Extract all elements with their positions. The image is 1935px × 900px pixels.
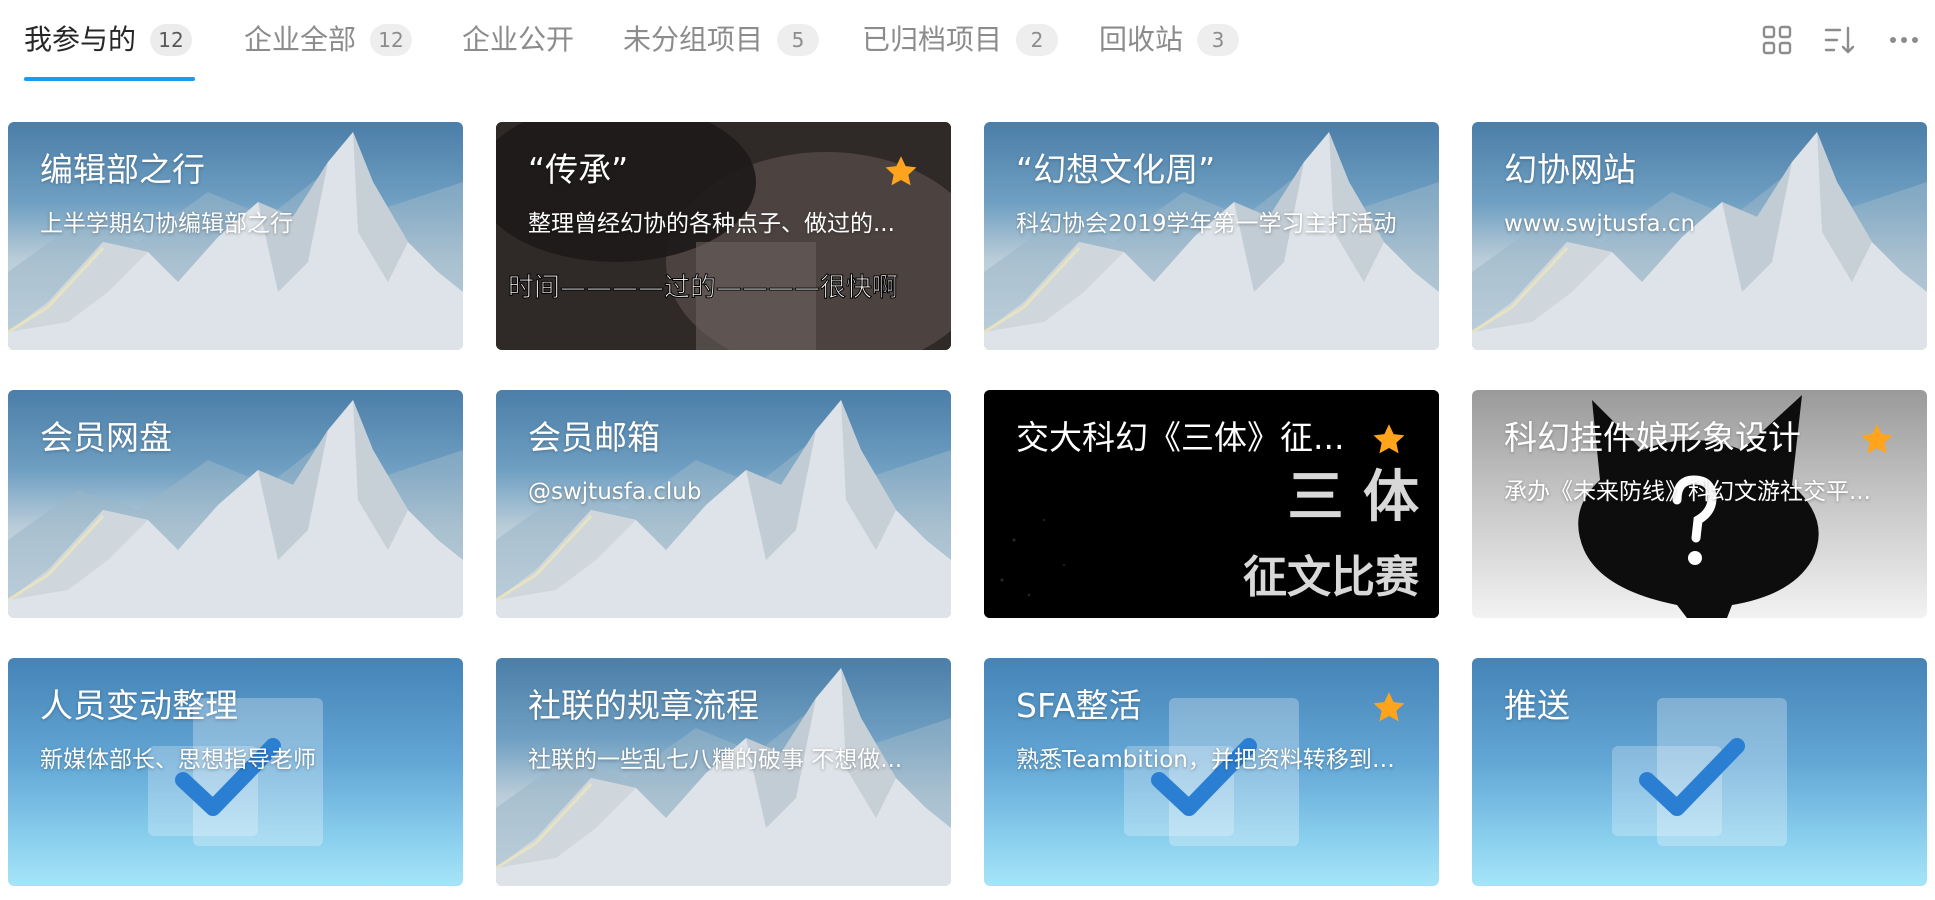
project-card[interactable]: 推送: [1472, 658, 1927, 886]
project-card[interactable]: 会员邮箱 @swjtusfa.club: [496, 390, 951, 618]
project-description: 社联的一些乱七八糟的破事 不想做...: [528, 747, 903, 773]
project-card[interactable]: 三 体 征文比赛 交大科幻《三体》征...: [984, 390, 1439, 618]
project-card[interactable]: 会员网盘: [8, 390, 463, 618]
star-icon[interactable]: [1371, 422, 1407, 458]
active-tab-indicator: [24, 77, 195, 81]
grid-view-button[interactable]: [1757, 20, 1797, 60]
project-card[interactable]: 人员变动整理 新媒体部长、思想指导老师: [8, 658, 463, 886]
project-title: “传承”: [528, 150, 629, 189]
tab-label: 未分组项目: [623, 23, 764, 56]
project-title: SFA整活: [1016, 686, 1142, 725]
project-card[interactable]: “幻想文化周” 科幻协会2019学年第一学习主打活动: [984, 122, 1439, 350]
star-icon[interactable]: [883, 154, 919, 190]
tab-label: 我参与的: [24, 23, 137, 56]
tab-ungrouped[interactable]: 未分组项目 5: [623, 18, 820, 62]
tab-label: 企业全部: [244, 23, 357, 56]
star-icon[interactable]: [1371, 690, 1407, 726]
tab-label: 已归档项目: [862, 23, 1003, 56]
project-title: 幻协网站: [1504, 150, 1636, 189]
tab-label: 回收站: [1099, 23, 1184, 56]
tab-count-badge: 5: [777, 24, 820, 56]
star-icon[interactable]: [1859, 422, 1895, 458]
tab-enterprise-public[interactable]: 企业公开: [462, 18, 574, 62]
project-title: 会员邮箱: [528, 418, 660, 457]
project-tab-bar: 我参与的 12 企业全部 12 企业公开 未分组项目 5 已归档项目 2 回收站…: [0, 0, 1935, 84]
project-card[interactable]: 时间————过的————很快啊 “传承” 整理曾经幻协的各种点子、做过的...: [496, 122, 951, 350]
tab-archived[interactable]: 已归档项目 2: [862, 18, 1059, 62]
project-description: 承办《未来防线》科幻文游社交平...: [1504, 479, 1871, 505]
tab-count-badge: 2: [1016, 24, 1059, 56]
project-card[interactable]: 编辑部之行 上半学期幻协编辑部之行: [8, 122, 463, 350]
sort-button[interactable]: [1820, 20, 1860, 60]
project-card[interactable]: 社联的规章流程 社联的一些乱七八糟的破事 不想做...: [496, 658, 951, 886]
project-description: 熟悉Teambition，并把资料转移到T...: [1016, 747, 1404, 773]
project-description: www.swjtusfa.cn: [1504, 211, 1696, 237]
project-title: 交大科幻《三体》征...: [1016, 418, 1345, 457]
project-description: 科幻协会2019学年第一学习主打活动: [1016, 211, 1397, 237]
more-icon: [1890, 37, 1918, 43]
project-title: 编辑部之行: [40, 150, 205, 189]
cover-title-text: 三 体: [1288, 465, 1420, 530]
project-card[interactable]: 幻协网站 www.swjtusfa.cn: [1472, 122, 1927, 350]
project-description: 上半学期幻协编辑部之行: [40, 211, 293, 237]
tab-count-badge: 12: [370, 24, 413, 56]
project-card[interactable]: SFA整活 熟悉Teambition，并把资料转移到T...: [984, 658, 1439, 886]
tab-recycle-bin[interactable]: 回收站 3: [1099, 18, 1240, 62]
cover-subtitle-text: 征文比赛: [1243, 552, 1420, 603]
project-description: 整理曾经幻协的各种点子、做过的...: [528, 211, 895, 237]
tab-participating[interactable]: 我参与的 12: [24, 18, 193, 62]
more-button[interactable]: [1884, 20, 1924, 60]
project-description: @swjtusfa.club: [528, 479, 702, 505]
grid-view-icon: [1762, 25, 1792, 55]
project-title: 人员变动整理: [40, 686, 238, 725]
project-title: “幻想文化周”: [1016, 150, 1216, 189]
project-description: 新媒体部长、思想指导老师: [40, 747, 316, 773]
project-title: 会员网盘: [40, 418, 172, 457]
sort-icon: [1824, 26, 1855, 54]
project-card[interactable]: 科幻挂件娘形象设计 承办《未来防线》科幻文游社交平...: [1472, 390, 1927, 618]
project-title: 科幻挂件娘形象设计: [1504, 418, 1801, 457]
tab-count-badge: 3: [1197, 24, 1240, 56]
project-title: 推送: [1504, 686, 1570, 725]
tab-label: 企业公开: [462, 23, 575, 56]
project-title: 社联的规章流程: [528, 686, 759, 725]
tab-all-enterprise[interactable]: 企业全部 12: [244, 18, 413, 62]
tab-count-badge: 12: [150, 24, 193, 56]
cover-caption: 时间————过的————很快啊: [508, 273, 898, 303]
